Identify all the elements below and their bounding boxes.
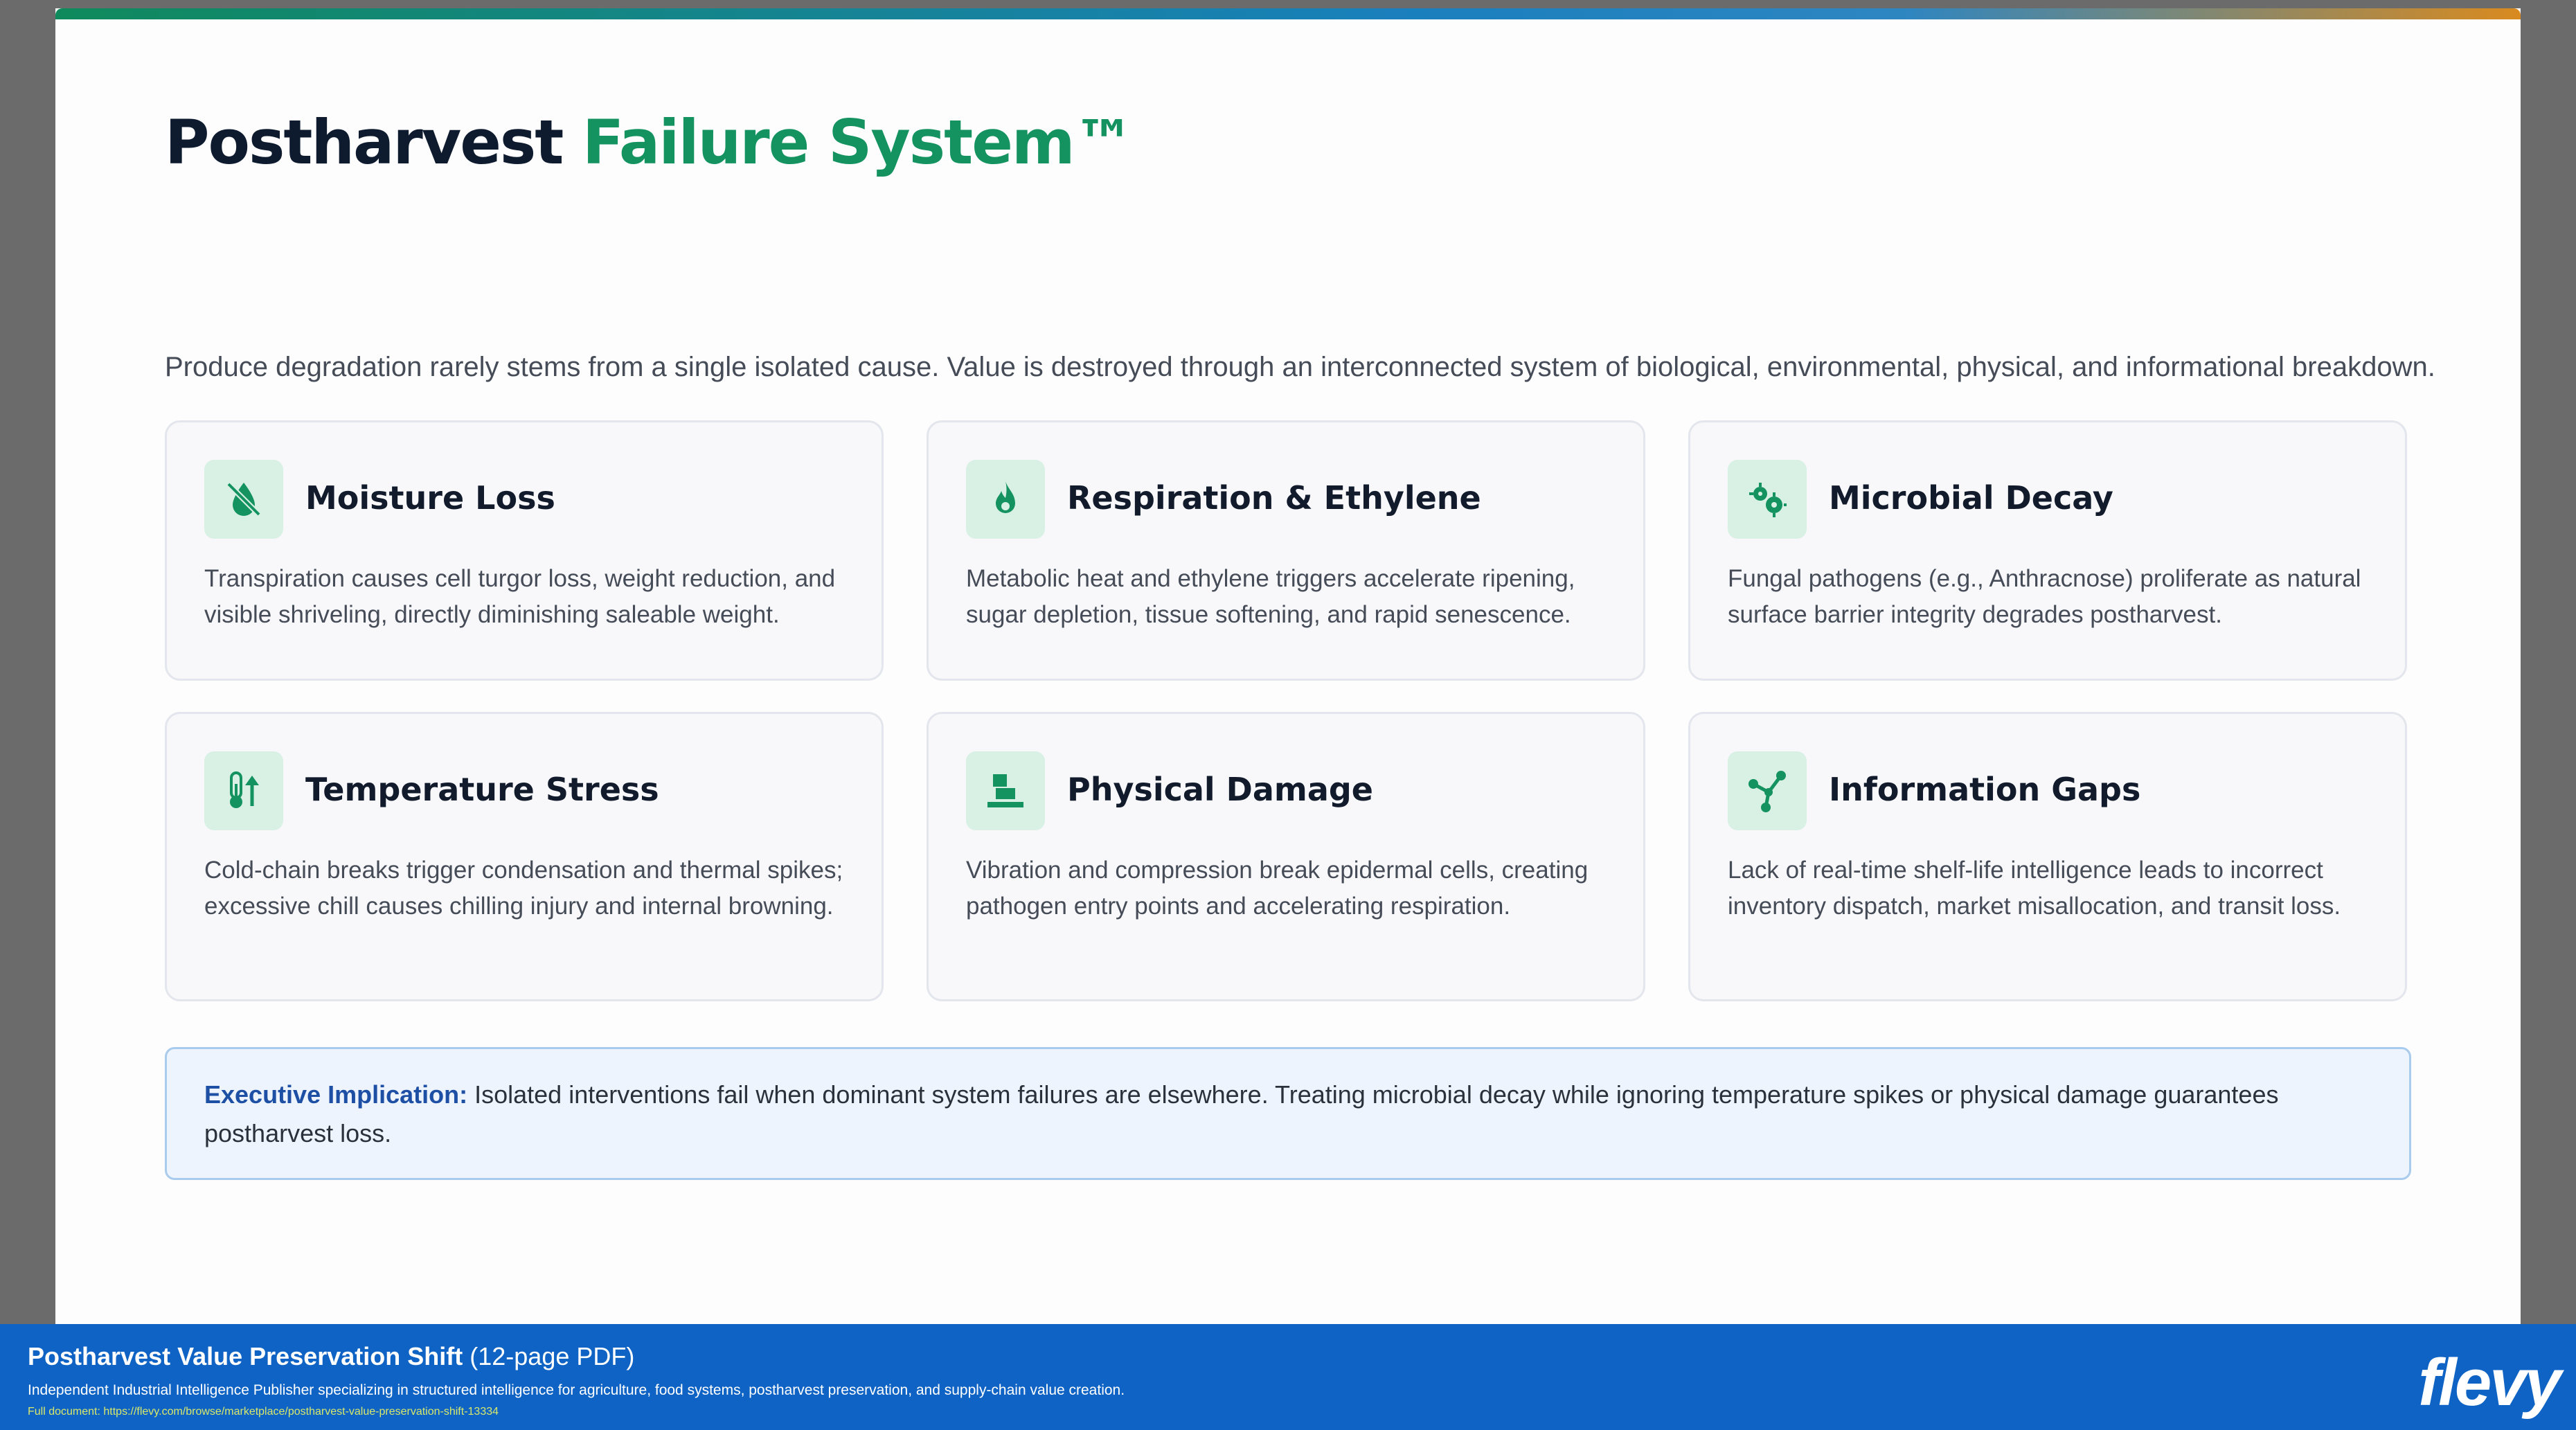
footer-banner: Postharvest Value Preservation Shift (12… — [0, 1324, 2576, 1430]
page-subtitle: Produce degradation rarely stems from a … — [165, 352, 2435, 382]
card-text: Vibration and compression break epiderma… — [966, 857, 1589, 920]
card-respiration-ethylene: Respiration & Ethylene Metabolic heat an… — [927, 420, 1645, 681]
title-main: Postharvest — [165, 107, 564, 178]
card-title: Respiration & Ethylene — [1067, 479, 1481, 517]
card-moisture-loss: Moisture Loss Transpiration causes cell … — [165, 420, 884, 681]
executive-text: Isolated interventions fail when dominan… — [204, 1080, 2279, 1147]
card-title: Physical Damage — [1067, 771, 1374, 808]
card-text: Metabolic heat and ethylene triggers acc… — [966, 565, 1575, 628]
card-physical-damage: Physical Damage Vibration and compressio… — [927, 712, 1645, 1001]
card-title: Temperature Stress — [305, 771, 659, 808]
bacteria-icon — [1728, 460, 1807, 539]
title-accent: Failure System™ — [582, 107, 1135, 178]
slide: Postharvest Failure System™ Produce degr… — [55, 8, 2521, 1324]
card-title: Moisture Loss — [305, 479, 555, 517]
boxes-icon — [966, 751, 1045, 830]
executive-implication-box: Executive Implication: Isolated interven… — [165, 1047, 2411, 1180]
card-information-gaps: Information Gaps Lack of real-time shelf… — [1688, 712, 2407, 1001]
footer-description: Independent Industrial Intelligence Publ… — [28, 1382, 1125, 1398]
top-gradient-bar — [55, 8, 2521, 19]
card-microbial-decay: Microbial Decay Fungal pathogens (e.g., … — [1688, 420, 2407, 681]
flame-icon — [966, 460, 1045, 539]
thermometer-icon — [204, 751, 283, 830]
footer-pages: (12-page PDF) — [463, 1342, 635, 1370]
network-icon — [1728, 751, 1807, 830]
page-title: Postharvest Failure System™ — [165, 107, 1135, 178]
card-temperature-stress: Temperature Stress Cold-chain breaks tri… — [165, 712, 884, 1001]
card-title: Microbial Decay — [1829, 479, 2113, 517]
flevy-logo[interactable]: flevy — [2418, 1345, 2561, 1421]
executive-label: Executive Implication: — [204, 1080, 468, 1109]
footer-title: Postharvest Value Preservation Shift (12… — [28, 1342, 634, 1371]
card-text: Fungal pathogens (e.g., Anthracnose) pro… — [1728, 565, 2361, 628]
card-title: Information Gaps — [1829, 771, 2141, 808]
card-text: Cold-chain breaks trigger condensation a… — [204, 857, 843, 920]
moisture-off-icon — [204, 460, 283, 539]
card-text: Lack of real-time shelf-life intelligenc… — [1728, 857, 2341, 920]
footer-doc-title: Postharvest Value Preservation Shift — [28, 1342, 463, 1370]
footer-url-link[interactable]: Full document: https://flevy.com/browse/… — [28, 1406, 499, 1418]
card-text: Transpiration causes cell turgor loss, w… — [204, 565, 836, 628]
